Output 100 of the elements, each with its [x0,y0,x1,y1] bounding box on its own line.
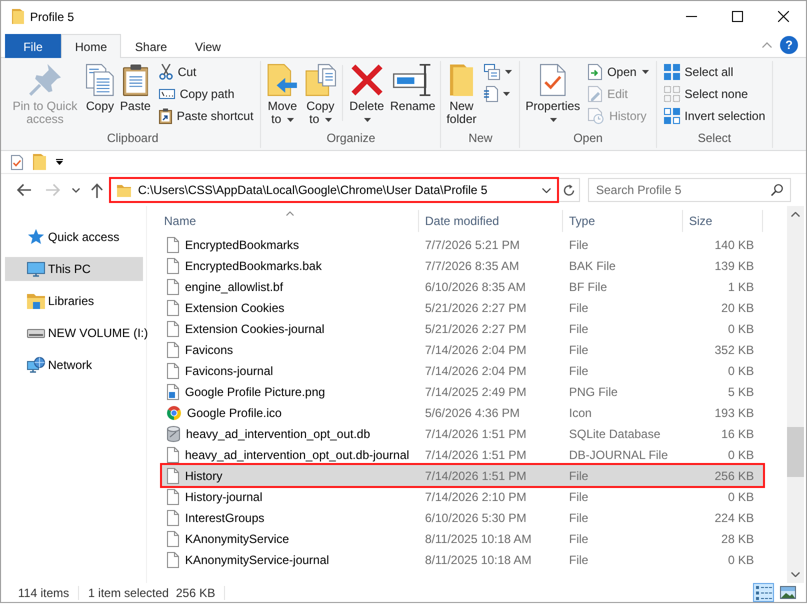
star-icon [28,229,44,245]
chevron-down-icon [542,188,551,192]
group-label: Organize [326,130,376,147]
file-tab[interactable]: File [5,34,61,58]
file-type: File [568,510,590,524]
ribbon-tab[interactable]: Home [61,34,122,58]
scrollbar-track[interactable] [787,206,804,583]
file-row[interactable]: KAnonymityService 8/11/2025 10:18 AM File 28 KB [162,528,763,549]
refresh-button[interactable] [559,178,580,202]
image-file-icon [167,384,179,400]
copy-icon [86,64,114,96]
properties-button[interactable]: Properties [522,61,584,128]
column-header[interactable]: Type [563,210,683,232]
nav-item[interactable]: Libraries [5,289,143,313]
file-row[interactable]: engine_allowlist.bf 6/10/2026 8:35 AM BF File 1 KB [162,276,763,297]
close-icon [778,11,788,22]
select-none-button[interactable]: Select none [660,83,768,105]
date-modified: 6/10/2026 8:35 AM [424,280,527,294]
folder-icon [12,9,24,24]
file-row[interactable]: EncryptedBookmarks 7/7/2026 5:21 PM File 140 KB [162,234,763,255]
pin-icon [29,64,61,96]
column-header[interactable]: Date modified [419,210,563,232]
scissors-icon [158,64,173,80]
file-row[interactable]: History 7/14/2026 1:51 PM File 256 KB [162,465,763,486]
document-stack-icon [484,64,500,80]
file-size: 139 KB [714,258,755,272]
large-icons-view-button[interactable] [777,583,798,602]
file-row[interactable]: Google Profile.ico 5/6/2026 4:36 PM Icon 193 KB [162,402,763,423]
select-all-button[interactable]: Select all [660,61,768,83]
file-type: BF File [568,280,608,294]
date-modified: 8/11/2025 10:18 AM [424,532,533,546]
file-size: 0 KB [726,364,755,378]
x-mark-icon [350,64,383,96]
file-size: 20 KB [720,300,755,314]
file-type: PNG File [568,384,619,398]
arrow-right-icon [45,183,61,197]
date-modified: 7/14/2025 2:49 PM [424,384,528,398]
group-label: New [467,130,494,147]
file-name: KAnonymityService [185,532,290,546]
ribbon-tab[interactable]: View [181,34,235,58]
file-row[interactable]: Favicons 7/14/2026 2:04 PM File 352 KB [162,339,763,360]
move-to-button[interactable]: Move to [263,61,302,128]
file-type: DB-JOURNAL File [568,448,669,462]
document-icon [167,362,179,378]
delete-button[interactable]: Delete [346,61,388,128]
arrow-up-icon [91,182,103,198]
nav-item[interactable]: Network [5,353,143,377]
copy-to-button[interactable]: Copy to [301,61,340,128]
file-row[interactable]: History-journal 7/14/2026 2:10 PM File 0 KB [162,486,763,507]
customize-toolbar-button[interactable] [56,159,63,165]
nav-item[interactable]: This PC [5,257,143,281]
scrollbar-thumb[interactable] [787,427,804,477]
document-icon [167,552,179,568]
invert-selection-button[interactable]: Invert selection [660,105,768,127]
paste-button[interactable]: Paste [117,61,154,115]
file-row[interactable]: InterestGroups 6/10/2026 5:30 PM File 224 KB [162,507,763,528]
cut-button[interactable]: Cut [156,61,256,83]
open-button[interactable]: Open [585,61,652,83]
file-name: KAnonymityService-journal [185,552,330,566]
document-icon [167,258,179,274]
file-name: EncryptedBookmarks [185,238,300,252]
group-label: Open [572,130,604,147]
column-header[interactable]: Size [683,210,763,232]
file-row[interactable]: heavy_ad_intervention_opt_out.db-journal 7/14/2026 1:51 PM DB-JOURNAL File 0 KB [162,444,763,465]
file-row[interactable]: KAnonymityService-journal 8/11/2025 10:18 AM File 0 KB [162,549,763,570]
copy-button[interactable]: Copy [83,61,118,115]
ribbon-tab[interactable]: Share [121,34,182,58]
paste-shortcut-button[interactable]: Paste shortcut [156,105,256,127]
help-button[interactable]: ? [780,36,798,54]
nav-item[interactable]: NEW VOLUME (I:) [5,321,150,345]
document-icon [167,530,179,546]
folder-icon [450,64,474,96]
file-name: Extension Cookies-journal [185,322,324,336]
document-icon [167,342,179,358]
date-modified: 7/14/2026 2:10 PM [424,490,528,504]
file-size: 0 KB [726,552,755,566]
group-label: Select [696,130,732,147]
group-label: Clipboard [106,130,160,147]
library-folder-icon [27,294,45,308]
file-row[interactable]: heavy_ad_intervention_opt_out.db 7/14/2026 1:51 PM SQLite Database 16 KB [162,423,763,444]
toolbar-properties-button[interactable] [11,154,23,170]
chevron-up-icon [762,42,772,48]
column-header[interactable]: Name [162,210,419,232]
file-row[interactable]: Extension Cookies 5/21/2026 2:27 PM File 20 KB [162,297,763,318]
collapse-ribbon-button[interactable] [762,42,772,48]
address-field[interactable]: C:\Users\CSS\AppData\Local\Google\Chrome\User Data\Profile 5 [109,177,559,203]
folder-icon [117,184,131,196]
search-field[interactable]: Search Profile 5 [588,178,791,202]
folder-icon [33,154,46,170]
nav-item[interactable]: Quick access [5,225,143,249]
new-folder-button[interactable]: New folder [443,61,480,128]
file-row[interactable]: Google Profile Picture.png 7/14/2025 2:49 PM PNG File 5 KB [162,381,763,402]
rename-button[interactable]: Rename [387,61,438,115]
file-row[interactable]: Favicons-journal 7/14/2026 2:04 PM File 0 KB [162,360,763,381]
details-view-button[interactable] [753,583,774,602]
file-row[interactable]: Extension Cookies-journal 5/21/2026 2:27 PM File 0 KB [162,318,763,339]
copy-path-button[interactable]: Copy path [156,83,256,105]
file-row[interactable]: EncryptedBookmarks.bak 7/7/2026 8:35 AM BAK File 139 KB [162,255,763,276]
date-modified: 5/21/2026 2:27 PM [424,300,528,314]
file-size: 0 KB [726,448,755,462]
